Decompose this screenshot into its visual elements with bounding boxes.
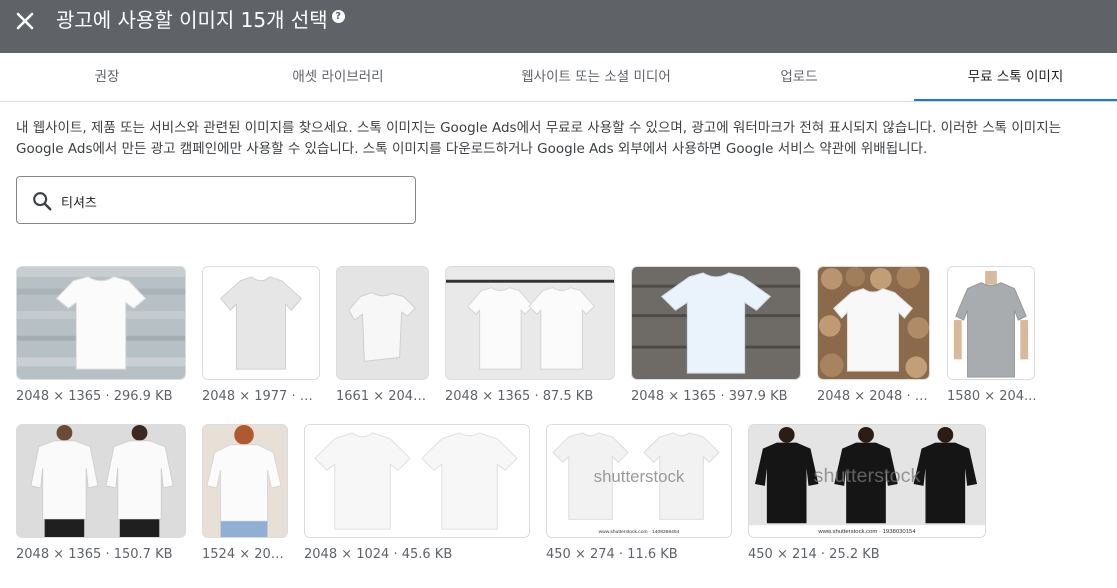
stock-image-7[interactable] bbox=[947, 266, 1035, 380]
tab-recommended[interactable]: 권장 bbox=[0, 53, 214, 101]
grey-tshirt-mannequin-image bbox=[948, 267, 1034, 379]
stock-id-text: www.shutterstock.com · 1408369454 bbox=[599, 529, 680, 535]
grey-tshirt-flat-image bbox=[203, 267, 319, 379]
white-tshirt-dark-wood-image bbox=[632, 267, 800, 379]
help-icon[interactable]: ? bbox=[331, 10, 345, 23]
stock-image-9[interactable] bbox=[202, 424, 288, 538]
close-button[interactable] bbox=[12, 8, 38, 34]
stock-image-5[interactable] bbox=[631, 266, 801, 380]
stock-image-3[interactable] bbox=[336, 266, 429, 380]
tab-free-stock-images[interactable]: 무료 스톡 이미지 bbox=[914, 53, 1117, 101]
image-caption: 1661 × 2048... bbox=[336, 389, 431, 404]
shutterstock-watermark: shutterstock bbox=[594, 467, 685, 486]
crumpled-white-tshirt-image bbox=[337, 267, 428, 379]
image-caption: 2048 × 1024 · 45.6 KB bbox=[304, 547, 453, 562]
dialog-title: 광고에 사용할 이미지 15개 선택? bbox=[56, 6, 345, 34]
image-caption: 450 × 274 · 11.6 KB bbox=[546, 547, 678, 562]
woman-white-tshirt-back-image bbox=[203, 425, 287, 537]
image-caption: 2048 × 1365 · 87.5 KB bbox=[445, 389, 594, 404]
stock-image-8[interactable] bbox=[16, 424, 186, 538]
two-hanging-tshirts-image bbox=[446, 267, 614, 379]
stock-image-4[interactable] bbox=[445, 266, 615, 380]
tab-bar: 권장 애셋 라이브러리 웹사이트 또는 소셜 미디어 업로드 무료 스톡 이미지 bbox=[0, 53, 1117, 102]
image-caption: 450 × 214 · 25.2 KB bbox=[748, 547, 880, 562]
stock-images-description: 내 웹사이트, 제품 또는 서비스와 관련된 이미지를 찾으세요. 스톡 이미지… bbox=[16, 120, 1062, 157]
image-caption: 2048 × 1365 · 296.9 KB bbox=[16, 389, 173, 404]
stock-image-12[interactable]: shutterstock www.shutterstock.com · 1938… bbox=[748, 424, 986, 538]
dialog-header: 광고에 사용할 이미지 15개 선택? bbox=[0, 0, 1117, 53]
image-caption: 2048 × 1365 · 150.7 KB bbox=[16, 547, 173, 562]
search-box bbox=[16, 176, 416, 224]
white-tshirt-mockup-front-back-image bbox=[305, 425, 529, 537]
image-caption: 1524 × 204... bbox=[202, 547, 290, 562]
stock-id-text: www.shutterstock.com · 1938030154 bbox=[817, 529, 916, 535]
dialog-title-text: 광고에 사용할 이미지 15개 선택 bbox=[56, 8, 328, 32]
search-icon bbox=[33, 192, 52, 211]
shutterstock-watermark: shutterstock bbox=[814, 465, 921, 487]
image-caption: 2048 × 2048 · 2... bbox=[817, 389, 931, 404]
search-input[interactable] bbox=[61, 189, 401, 213]
tab-upload[interactable]: 업로드 bbox=[700, 53, 898, 101]
stock-image-1[interactable] bbox=[16, 266, 186, 380]
image-caption: 2048 × 1365 · 397.9 KB bbox=[631, 389, 788, 404]
tab-asset-library[interactable]: 애셋 라이브러리 bbox=[232, 53, 444, 101]
image-caption: 1580 × 204... bbox=[947, 389, 1037, 404]
stock-image-6[interactable] bbox=[817, 266, 930, 380]
man-white-tshirt-front-back-image bbox=[17, 425, 185, 537]
stock-image-2[interactable] bbox=[202, 266, 320, 380]
tab-website-social[interactable]: 웹사이트 또는 소셜 미디어 bbox=[462, 53, 730, 101]
image-caption: 2048 × 1977 · 1... bbox=[202, 389, 320, 404]
men-black-tshirt-image: shutterstock www.shutterstock.com · 1938… bbox=[749, 425, 985, 537]
white-tshirt-on-logs-image bbox=[818, 267, 929, 379]
stock-image-11[interactable]: shutterstock www.shutterstock.com · 1408… bbox=[546, 424, 732, 538]
white-tshirt-on-wood-image bbox=[17, 267, 185, 379]
close-icon bbox=[16, 12, 34, 30]
stock-image-10[interactable] bbox=[304, 424, 530, 538]
shutterstock-white-tshirt-image: shutterstock www.shutterstock.com · 1408… bbox=[547, 425, 731, 537]
